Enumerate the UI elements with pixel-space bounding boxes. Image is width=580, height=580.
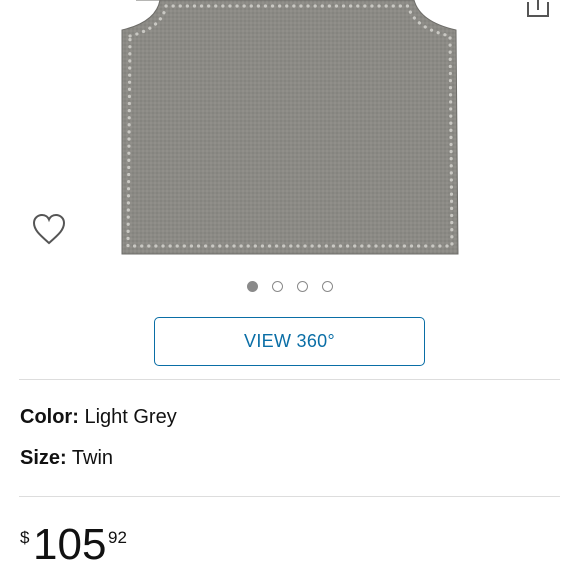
size-value: Twin [71,447,114,469]
share-icon[interactable] [524,0,552,20]
size-label: Size: [20,447,67,469]
cutoff-text-row [20,572,220,580]
headboard-product-image[interactable] [116,0,462,258]
divider [19,379,560,380]
wishlist-heart-icon[interactable] [30,210,68,248]
pagination-dot[interactable] [272,281,283,292]
color-label: Color: [20,406,79,428]
price-whole: 105 [33,520,107,569]
color-attribute: Color: Light Grey [20,406,177,429]
price-fraction: 92 [108,528,127,547]
price-currency-symbol: $ [20,528,30,547]
pagination-dot[interactable] [297,281,308,292]
color-value: Light Grey [84,406,177,428]
product-gallery [0,0,580,300]
image-pagination [0,281,580,292]
size-attribute: Size: Twin [20,447,113,470]
view-360-button[interactable]: VIEW 360° [154,317,425,366]
pagination-dot[interactable] [322,281,333,292]
pagination-dot[interactable] [247,281,258,292]
divider [19,496,560,497]
